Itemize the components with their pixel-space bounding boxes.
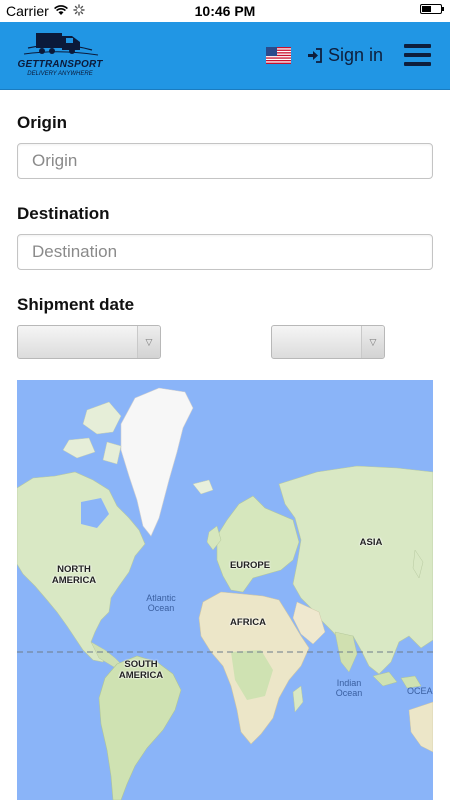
map-label-atlantic-ocean: Atlantic Ocean: [146, 593, 176, 613]
destination-input[interactable]: [17, 234, 433, 270]
status-time: 10:46 PM: [194, 3, 256, 19]
chevron-down-icon: ▽: [137, 326, 160, 358]
battery-icon: [420, 4, 444, 14]
map-label-africa: AFRICA: [230, 617, 266, 628]
map-label-north-america: NORTH AMERICA: [51, 564, 97, 586]
shipment-date-select-first[interactable]: ▽: [17, 325, 161, 359]
map-label-europe: EUROPE: [229, 560, 271, 571]
logo-tagline: DELIVERY ANYWHERE: [27, 71, 93, 77]
status-bar: Carrier 10:46 PM: [0, 0, 450, 22]
hamburger-menu-icon[interactable]: [404, 44, 432, 68]
us-flag-icon[interactable]: [266, 47, 291, 64]
map-label-indian-ocean: Indian Ocean: [335, 678, 363, 698]
map-label-asia: ASIA: [359, 537, 383, 548]
destination-label: Destination: [17, 204, 110, 223]
chevron-down-icon: ▽: [361, 326, 384, 358]
map-label-south-america: SOUTH AMERICA: [118, 659, 164, 681]
world-map-graphic: [17, 380, 433, 800]
map-label-ocean-clipped: OCEA: [407, 686, 433, 696]
sign-in-label: Sign in: [328, 45, 384, 65]
logo-text: GETTRANSPORT: [17, 59, 103, 70]
app-header: GETTRANSPORT DELIVERY ANYWHERE Sign in: [0, 22, 450, 90]
origin-input[interactable]: [17, 143, 433, 179]
shipment-date-label: Shipment date: [17, 295, 135, 314]
status-right: [420, 4, 444, 14]
truck-logo-icon: [23, 33, 99, 56]
world-map[interactable]: NORTH AMERICA EUROPE ASIA AFRICA SOUTH A…: [17, 380, 433, 800]
sign-in-icon: [308, 48, 322, 63]
origin-label: Origin: [17, 113, 68, 132]
shipment-date-select-second[interactable]: ▽: [271, 325, 385, 359]
logo[interactable]: GETTRANSPORT DELIVERY ANYWHERE: [14, 28, 106, 82]
sign-in-button[interactable]: Sign in: [307, 45, 383, 66]
